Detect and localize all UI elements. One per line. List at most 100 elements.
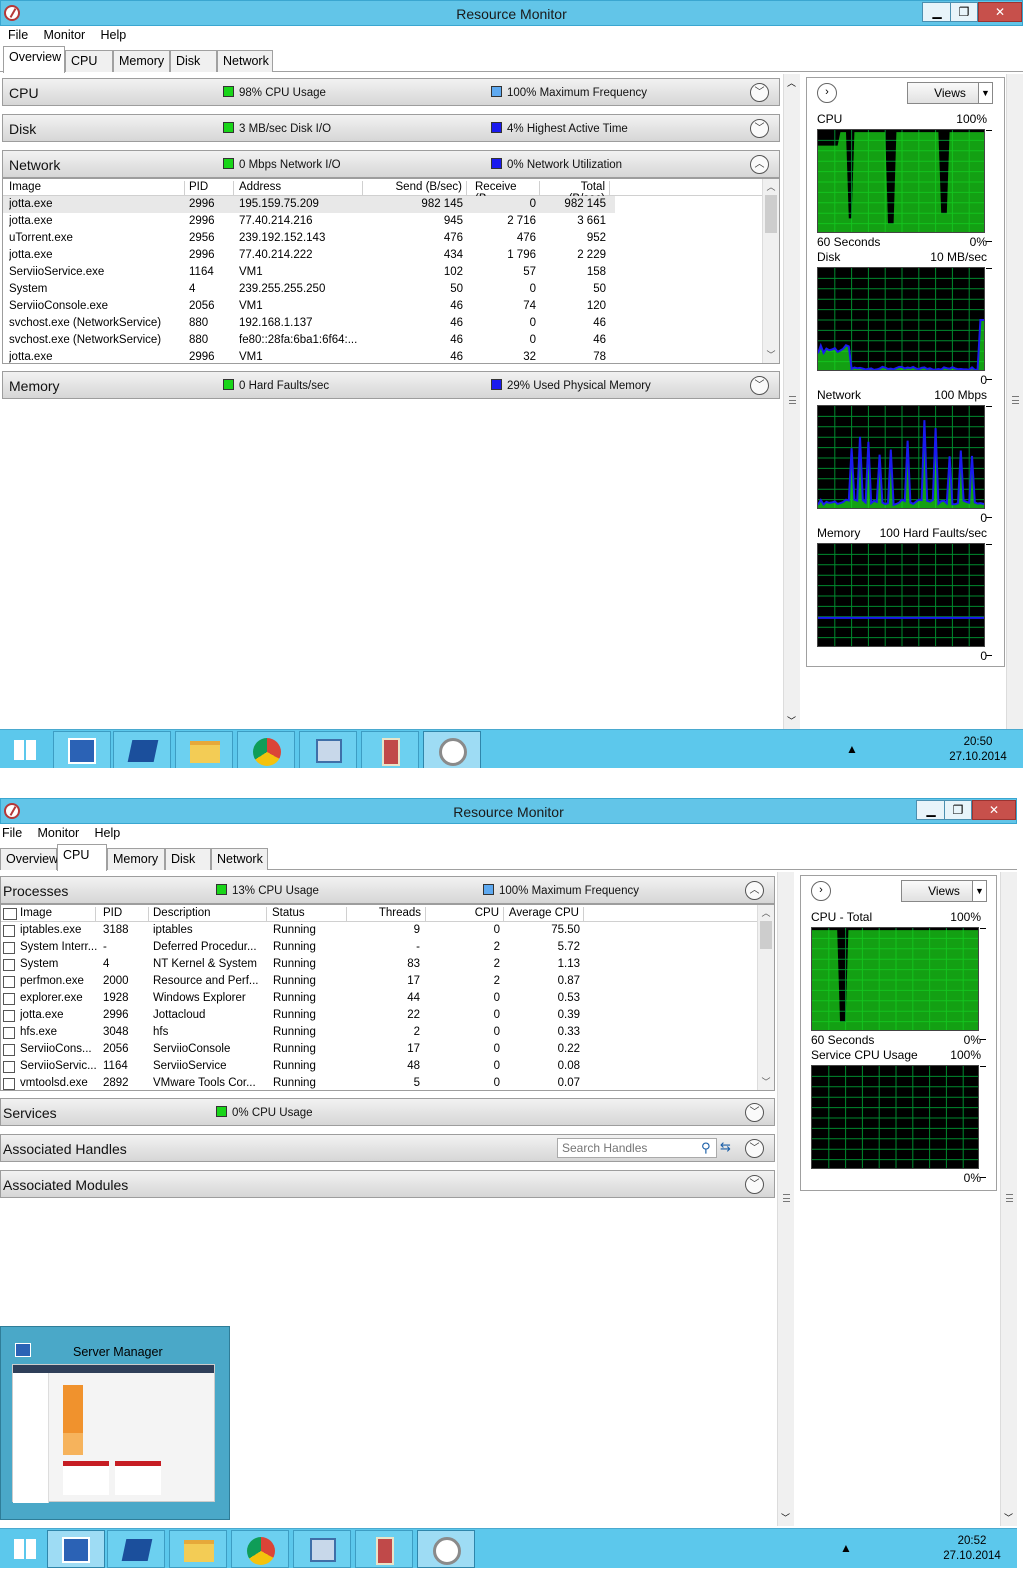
tab-memory[interactable]: Memory — [113, 50, 170, 72]
taskbar-file-explorer[interactable] — [175, 731, 233, 768]
col-average-cpu[interactable]: Average CPU — [506, 907, 584, 922]
table-row[interactable]: perfmon.exe 2000 Resource and Perf... Runni… — [1, 973, 774, 990]
table-row[interactable]: svchost.exe (NetworkService) 880 fe80::28f… — [3, 332, 779, 349]
col-pid[interactable]: PID — [103, 907, 149, 922]
table-row[interactable]: ServiioCons... 2056 ServiioConsole Running 1… — [1, 1041, 774, 1058]
left-pane-scrollbar[interactable]: ︿ ﹀ — [783, 74, 800, 729]
expand-pane-icon[interactable]: › — [811, 881, 831, 901]
taskbar-app[interactable] — [355, 1530, 413, 1568]
table-row[interactable]: jotta.exe 2996 77.40.214.222 434 1 796 2 229 — [3, 247, 779, 264]
menu-help[interactable]: Help — [93, 26, 127, 42]
col-image[interactable]: Image — [20, 907, 96, 922]
table-row[interactable]: System 4 NT Kernel & System Running 83 2 1.13 — [1, 956, 774, 973]
row-checkbox[interactable] — [3, 1010, 15, 1022]
col-cpu[interactable]: CPU — [428, 907, 504, 922]
tab-memory[interactable]: Memory — [107, 848, 165, 870]
scroll-down-icon[interactable]: ﹀ — [1004, 1511, 1013, 1524]
row-checkbox[interactable] — [3, 1078, 15, 1090]
col-image[interactable]: Image — [9, 181, 185, 196]
table-row[interactable]: iptables.exe 3188 iptables Running 9 0 75.50 — [1, 922, 774, 939]
tab-disk[interactable]: Disk — [170, 50, 217, 72]
scroll-up-icon[interactable]: ︿ — [763, 180, 779, 194]
scroll-up-icon[interactable]: ︿ — [787, 76, 796, 89]
tab-cpu[interactable]: CPU — [57, 844, 107, 871]
tray-overflow-icon[interactable]: ▲ — [840, 1541, 852, 1555]
close-button[interactable]: ✕ — [978, 2, 1022, 22]
col-pid[interactable]: PID — [189, 181, 234, 196]
taskbar-app[interactable] — [361, 731, 419, 768]
row-checkbox[interactable] — [3, 925, 15, 937]
row-checkbox[interactable] — [3, 1044, 15, 1056]
chevron-down-icon[interactable]: ▼ — [978, 83, 992, 103]
tab-network[interactable]: Network — [217, 50, 273, 72]
row-checkbox[interactable] — [3, 976, 15, 988]
table-row[interactable]: ServiioServic... 1164 ServiioService Runnin… — [1, 1058, 774, 1075]
row-checkbox[interactable] — [3, 993, 15, 1005]
expand-chevron-icon[interactable]: ﹀ — [750, 376, 769, 395]
maximize-button[interactable]: ❐ — [950, 2, 978, 22]
taskbar-clock[interactable]: 20:52 27.10.2014 — [934, 1534, 1010, 1564]
handles-section-header[interactable]: Associated Handles ⚲ ⇆ ﹀ — [0, 1134, 775, 1162]
table-row[interactable]: vmtoolsd.exe 2892 VMware Tools Cor... Runni… — [1, 1075, 774, 1090]
menu-monitor[interactable]: Monitor — [30, 824, 80, 840]
row-checkbox[interactable] — [3, 942, 15, 954]
server-manager-preview[interactable]: Server Manager — [0, 1326, 230, 1520]
row-checkbox[interactable] — [3, 1027, 15, 1039]
table-row[interactable]: System Interr... - Deferred Procedur... Run… — [1, 939, 774, 956]
col-status[interactable]: Status — [272, 907, 347, 922]
col-send[interactable]: Send (B/sec) — [367, 181, 467, 196]
tab-network[interactable]: Network — [211, 848, 268, 870]
start-button[interactable] — [0, 731, 54, 768]
col-description[interactable]: Description — [153, 907, 267, 922]
expand-pane-icon[interactable]: › — [817, 83, 837, 103]
table-row[interactable]: ServiioService.exe 1164 VM1 102 57 158 — [3, 264, 779, 281]
col-address[interactable]: Address — [239, 181, 363, 196]
network-section-header[interactable]: Network 0 Mbps Network I/O 0% Network Ut… — [2, 150, 780, 178]
menu-monitor[interactable]: Monitor — [36, 26, 86, 42]
taskbar-resource-monitor[interactable] — [417, 1530, 475, 1568]
start-button[interactable] — [0, 1530, 48, 1568]
taskbar-powershell[interactable] — [107, 1530, 165, 1568]
menu-help[interactable]: Help — [87, 824, 121, 840]
scroll-up-icon[interactable]: ︿ — [758, 906, 774, 920]
disk-section-header[interactable]: Disk 3 MB/sec Disk I/O 4% Highest Active… — [2, 114, 780, 142]
select-all-checkbox[interactable] — [3, 908, 17, 920]
table-row[interactable]: System 4 239.255.255.250 50 0 50 — [3, 281, 779, 298]
table-row[interactable]: uTorrent.exe 2956 239.192.152.143 476 476 952 — [3, 230, 779, 247]
taskbar-server-manager[interactable] — [53, 731, 111, 768]
table-row[interactable]: svchost.exe (NetworkService) 880 192.168.1… — [3, 315, 779, 332]
table-row[interactable]: explorer.exe 1928 Windows Explorer Running 4… — [1, 990, 774, 1007]
taskbar-powershell[interactable] — [113, 731, 171, 768]
splitter-grip-icon[interactable] — [789, 396, 796, 404]
minimize-button[interactable]: ▁ — [916, 800, 946, 820]
tab-disk[interactable]: Disk — [165, 848, 211, 870]
taskbar-control-panel[interactable] — [299, 731, 357, 768]
splitter-grip-icon[interactable] — [1006, 1194, 1013, 1202]
scroll-down-icon[interactable]: ﹀ — [781, 1511, 790, 1524]
processes-section-header[interactable]: Processes 13% CPU Usage 100% Maximum Fre… — [0, 876, 775, 904]
expand-chevron-icon[interactable]: ﹀ — [750, 119, 769, 138]
table-row[interactable]: jotta.exe 2996 77.40.214.216 945 2 716 3 661 — [3, 213, 779, 230]
table-row[interactable]: ServiioConsole.exe 2056 VM1 46 74 120 — [3, 298, 779, 315]
expand-chevron-icon[interactable]: ﹀ — [745, 1175, 764, 1194]
splitter-grip-icon[interactable] — [783, 1194, 790, 1202]
menu-file[interactable]: File — [0, 26, 28, 42]
right-pane-scrollbar[interactable] — [1006, 74, 1023, 729]
maximize-button[interactable]: ❐ — [944, 800, 972, 820]
cpu-section-header[interactable]: CPU 98% CPU Usage 100% Maximum Frequency… — [2, 78, 780, 106]
taskbar-chrome[interactable] — [231, 1530, 289, 1568]
expand-chevron-icon[interactable]: ﹀ — [750, 83, 769, 102]
close-button[interactable]: ✕ — [972, 800, 1016, 820]
taskbar-control-panel[interactable] — [293, 1530, 351, 1568]
search-icon[interactable]: ⚲ — [701, 1140, 711, 1156]
taskbar-clock[interactable]: 20:50 27.10.2014 — [940, 735, 1016, 765]
expand-chevron-icon[interactable]: ﹀ — [745, 1103, 764, 1122]
menu-file[interactable]: File — [0, 824, 22, 840]
row-checkbox[interactable] — [3, 1061, 15, 1073]
modules-section-header[interactable]: Associated Modules ﹀ — [0, 1170, 775, 1198]
tab-cpu[interactable]: CPU — [65, 50, 113, 72]
taskbar-server-manager[interactable] — [47, 1530, 105, 1568]
views-button[interactable]: Views ▼ — [907, 82, 993, 104]
minimize-button[interactable]: ▁ — [922, 2, 952, 22]
memory-section-header[interactable]: Memory 0 Hard Faults/sec 29% Used Physic… — [2, 371, 780, 399]
